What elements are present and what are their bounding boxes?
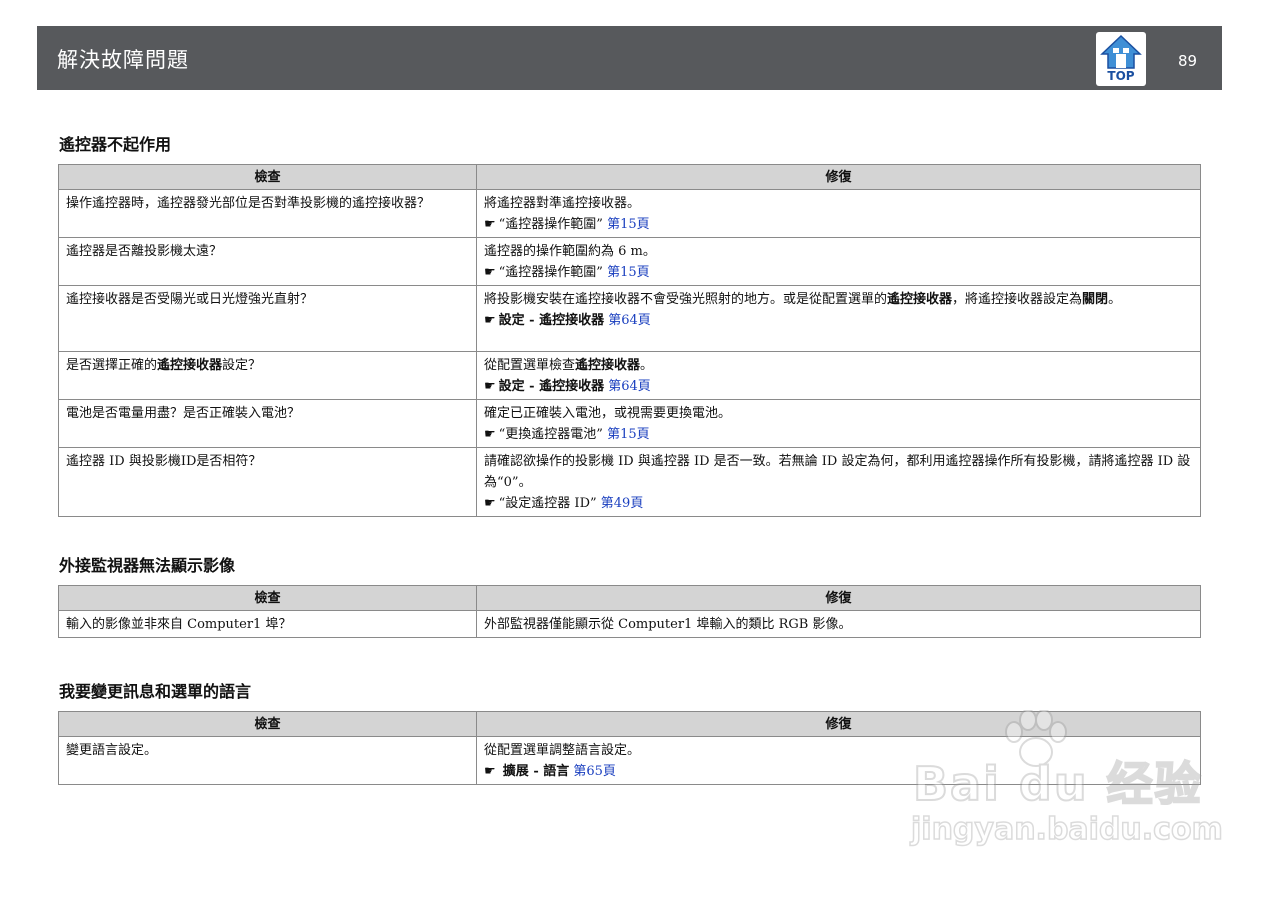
check-cell: 操作遙控器時，遙控器發光部位是否對準投影機的遙控接收器？ — [58, 189, 477, 238]
reference-menu-path: 設定 - 遙控接收器 — [498, 379, 605, 394]
fix-text: 將投影機安裝在遙控接收器不會受強光照射的地方。或是從配置選單的遙控接收器，將遙控… — [484, 289, 1194, 310]
table-row: 遙控器 ID 與投影機ID是否相符？ 請確認欲操作的投影機 ID 與遙控器 ID… — [58, 447, 1201, 517]
fix-cell: 請確認欲操作的投影機 ID 與遙控器 ID 是否一致。若無論 ID 設定為何，都… — [476, 447, 1201, 517]
pointing-hand-icon: ☛ — [484, 265, 496, 280]
reference-line: ☛ “設定遙控器 ID” 第49頁 — [484, 493, 1194, 514]
page-number: 89 — [1178, 52, 1198, 70]
reference-title: “遙控器操作範圍” — [498, 217, 603, 232]
fix-text-part: ，將遙控接收器設定為 — [952, 292, 1083, 307]
check-header: 檢查 — [58, 585, 477, 611]
pointing-hand-icon: ☛ — [484, 496, 496, 511]
fix-cell: 遙控器的操作範圍約為 6 m。 ☛ “遙控器操作範圍” 第15頁 — [476, 237, 1201, 286]
watermark-brand: Bai du 经验 — [912, 756, 1203, 812]
monitor-troubleshoot-table: 檢查 修復 輸入的影像並非來自 Computer1 埠？ 外部監視器僅能顯示從 … — [58, 585, 1201, 638]
table-header-row: 檢查 修復 — [58, 164, 1201, 190]
pointing-hand-icon: ☛ — [484, 379, 496, 394]
check-cell: 遙控器 ID 與投影機ID是否相符？ — [58, 447, 477, 517]
table-row: 遙控器是否離投影機太遠？ 遙控器的操作範圍約為 6 m。 ☛ “遙控器操作範圍” … — [58, 237, 1201, 286]
reference-line: ☛ “更換遙控器電池” 第15頁 — [484, 424, 1194, 445]
fix-cell: 將投影機安裝在遙控接收器不會受強光照射的地方。或是從配置選單的遙控接收器，將遙控… — [476, 285, 1201, 352]
watermark-url: jingyan.baidu.com — [910, 811, 1223, 848]
reference-menu-path: 設定 - 遙控接收器 — [498, 313, 605, 328]
fix-cell: 確定已正確裝入電池，或視需要更換電池。 ☛ “更換遙控器電池” 第15頁 — [476, 399, 1201, 448]
fix-text-part: 。 — [640, 358, 654, 373]
reference-line: ☛ “遙控器操作範圍” 第15頁 — [484, 262, 1194, 283]
pointing-hand-icon: ☛ — [484, 313, 496, 328]
reference-menu-path: 擴展 - 語言 — [502, 764, 570, 779]
page-link[interactable]: 第49頁 — [601, 496, 644, 511]
fix-text: 從配置選單檢查遙控接收器。 — [484, 355, 1194, 376]
fix-text: 請確認欲操作的投影機 ID 與遙控器 ID 是否一致。若無論 ID 設定為何，都… — [484, 454, 1191, 490]
page-link[interactable]: 第64頁 — [608, 313, 651, 328]
table-row: 遙控接收器是否受陽光或日光燈強光直射？ 將投影機安裝在遙控接收器不會受強光照射的… — [58, 285, 1201, 352]
menu-item-name: 遙控接收器 — [887, 292, 953, 307]
page-link[interactable]: 第64頁 — [608, 379, 651, 394]
check-cell: 輸入的影像並非來自 Computer1 埠？ — [58, 610, 477, 638]
setting-value: 關閉 — [1082, 292, 1109, 307]
menu-item-name: 遙控接收器 — [157, 358, 223, 373]
fix-cell: 將遙控器對準遙控接收器。 ☛ “遙控器操作範圍” 第15頁 — [476, 189, 1201, 238]
fix-text-part: 將投影機安裝在遙控接收器不會受強光照射的地方。或是從配置選單的 — [484, 292, 888, 307]
reference-line: ☛ “遙控器操作範圍” 第15頁 — [484, 214, 1194, 235]
fix-header: 修復 — [476, 164, 1201, 190]
check-text-part: 是否選擇正確的 — [66, 358, 158, 373]
table-row: 電池是否電量用盡？是否正確裝入電池？ 確定已正確裝入電池，或視需要更換電池。 ☛… — [58, 399, 1201, 448]
section-title-monitor: 外接監視器無法顯示影像 — [59, 556, 236, 575]
table-header-row: 檢查 修復 — [58, 585, 1201, 611]
page-link[interactable]: 第15頁 — [607, 265, 650, 280]
pointing-hand-icon: ☛ — [484, 427, 496, 442]
baidu-watermark: Bai du 经验 jingyan.baidu.com — [905, 710, 1224, 870]
check-cell: 遙控接收器是否受陽光或日光燈強光直射？ — [58, 285, 477, 352]
page-title: 解決故障問題 — [57, 48, 189, 72]
check-cell: 是否選擇正確的遙控接收器設定？ — [58, 351, 477, 400]
menu-item-name: 遙控接收器 — [575, 358, 641, 373]
fix-text: 確定已正確裝入電池，或視需要更換電池。 — [484, 406, 732, 421]
top-label: TOP — [1107, 69, 1135, 83]
check-text-part: 設定？ — [222, 358, 262, 373]
page-link[interactable]: 第65頁 — [573, 764, 616, 779]
check-cell: 遙控器是否離投影機太遠？ — [58, 237, 477, 286]
fix-text-part: 。 — [1108, 292, 1122, 307]
table-row: 是否選擇正確的遙控接收器設定？ 從配置選單檢查遙控接收器。 ☛ 設定 - 遙控接收… — [58, 351, 1201, 400]
fix-header: 修復 — [476, 585, 1201, 611]
page-link[interactable]: 第15頁 — [607, 217, 650, 232]
remote-troubleshoot-table: 檢查 修復 操作遙控器時，遙控器發光部位是否對準投影機的遙控接收器？ 將遙控器對… — [58, 164, 1201, 517]
fix-text: 遙控器的操作範圍約為 6 m。 — [484, 244, 656, 259]
reference-title: “更換遙控器電池” — [498, 427, 603, 442]
pointing-hand-icon: ☛ — [484, 764, 496, 779]
home-icon — [1100, 34, 1142, 69]
check-header: 檢查 — [58, 164, 477, 190]
table-row: 操作遙控器時，遙控器發光部位是否對準投影機的遙控接收器？ 將遙控器對準遙控接收器… — [58, 189, 1201, 238]
page-header: 解決故障問題 TOP 89 — [37, 26, 1222, 90]
reference-title: “設定遙控器 ID” — [498, 496, 597, 511]
check-header: 檢查 — [58, 711, 477, 737]
page-link[interactable]: 第15頁 — [607, 427, 650, 442]
check-cell: 電池是否電量用盡？是否正確裝入電池？ — [58, 399, 477, 448]
section-title-remote: 遙控器不起作用 — [59, 135, 172, 154]
fix-cell: 從配置選單檢查遙控接收器。 ☛ 設定 - 遙控接收器 第64頁 — [476, 351, 1201, 400]
reference-title: “遙控器操作範圍” — [498, 265, 603, 280]
reference-line: ☛ 設定 - 遙控接收器 第64頁 — [484, 376, 1194, 397]
table-row: 輸入的影像並非來自 Computer1 埠？ 外部監視器僅能顯示從 Comput… — [58, 610, 1201, 638]
fix-cell: 外部監視器僅能顯示從 Computer1 埠輸入的類比 RGB 影像。 — [476, 610, 1201, 638]
top-button[interactable]: TOP — [1096, 32, 1146, 86]
fix-text: 將遙控器對準遙控接收器。 — [484, 196, 641, 211]
fix-text-part: 從配置選單檢查 — [484, 358, 576, 373]
section-title-language: 我要變更訊息和選單的語言 — [59, 682, 252, 701]
pointing-hand-icon: ☛ — [484, 217, 496, 232]
check-cell: 變更語言設定。 — [58, 736, 477, 785]
reference-line: ☛ 設定 - 遙控接收器 第64頁 — [484, 310, 1194, 331]
